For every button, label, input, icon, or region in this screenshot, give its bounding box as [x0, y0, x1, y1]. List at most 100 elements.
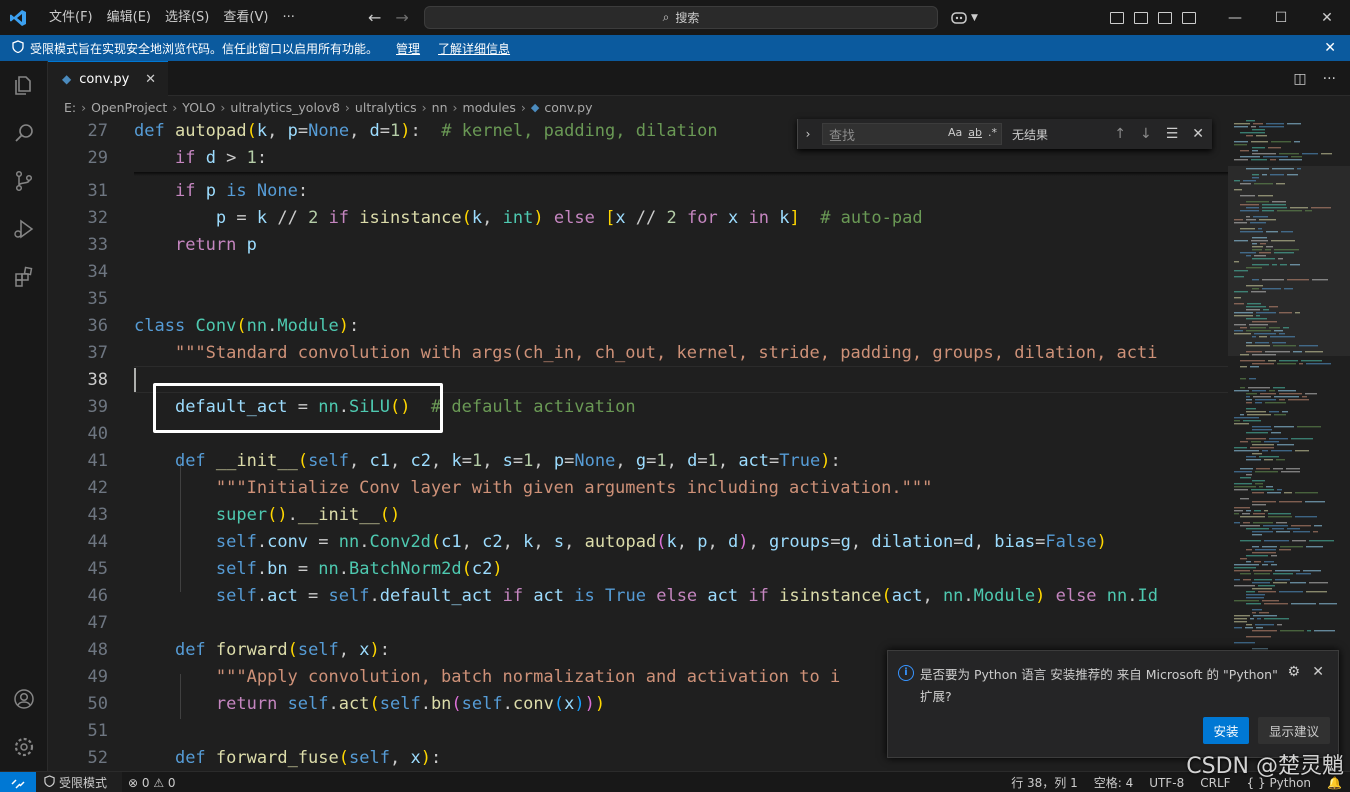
menu-selection[interactable]: 选择(S) — [158, 0, 216, 35]
install-button[interactable]: 安装 — [1203, 717, 1249, 744]
breadcrumb-item[interactable]: OpenProject — [91, 100, 167, 115]
menu-more[interactable]: ··· — [275, 0, 301, 35]
minimap-line — [1240, 468, 1253, 470]
minimap-line — [1252, 354, 1276, 356]
copilot-icon[interactable]: ▼ — [950, 0, 978, 35]
breadcrumb-item[interactable]: ultralytics — [355, 100, 417, 115]
previous-match-icon[interactable]: ↑ — [1114, 126, 1126, 142]
tab-close-icon[interactable]: ✕ — [145, 72, 156, 87]
toggle-secondary-sidebar-icon[interactable] — [1182, 11, 1196, 24]
encoding-status[interactable]: UTF-8 — [1141, 776, 1192, 790]
minimap-line — [1255, 483, 1263, 485]
customize-layout-icon[interactable] — [1110, 11, 1124, 24]
minimap-line — [1252, 546, 1259, 548]
minimap-line — [1275, 579, 1290, 581]
minimap-line — [1254, 579, 1272, 581]
line-number-gutter: 27 29 31 32 33 34 35 36 37 38 39 40 41 4… — [48, 118, 118, 771]
command-center-search[interactable]: ⌕ 搜索 — [424, 6, 938, 29]
toggle-sidebar-icon[interactable] — [1134, 11, 1148, 24]
tab-label: conv.py — [79, 71, 130, 87]
minimap-line — [1240, 210, 1259, 212]
code-line: """Initialize Conv layer with given argu… — [215, 478, 933, 498]
minimap-line — [1291, 438, 1313, 440]
breadcrumb-item[interactable]: nn — [432, 100, 448, 115]
search-icon[interactable] — [0, 109, 48, 157]
tab-conv-py[interactable]: ◆ conv.py ✕ — [48, 61, 168, 96]
minimap-line — [1253, 123, 1263, 125]
minimap-line — [1279, 393, 1302, 395]
explorer-icon[interactable] — [0, 61, 48, 109]
banner-close-icon[interactable]: ✕ — [1324, 40, 1336, 56]
minimap-line — [1281, 471, 1300, 473]
more-actions-icon[interactable]: ··· — [1323, 71, 1336, 87]
source-control-icon[interactable] — [0, 157, 48, 205]
back-arrow-icon[interactable]: ← — [368, 8, 381, 27]
breadcrumb-item[interactable]: YOLO — [182, 100, 215, 115]
forward-arrow-icon[interactable]: → — [395, 8, 408, 27]
banner-manage-link[interactable]: 管理 — [396, 40, 420, 57]
minimap-line — [1271, 141, 1291, 143]
minimap-line — [1256, 135, 1267, 137]
settings-gear-icon[interactable] — [0, 723, 48, 771]
minimap-line — [1262, 450, 1268, 452]
minimap-line — [1246, 597, 1264, 599]
match-whole-word-toggle[interactable]: ab — [968, 126, 982, 139]
remote-indicator-icon[interactable] — [0, 772, 36, 792]
close-window-button[interactable]: ✕ — [1304, 0, 1350, 35]
annotation-highlight-box — [153, 383, 443, 433]
minimap-line — [1234, 600, 1259, 602]
breadcrumb-item[interactable]: conv.py — [544, 100, 592, 115]
find-placeholder: 查找 — [829, 128, 856, 144]
menu-view[interactable]: 查看(V) — [216, 0, 275, 35]
minimap-line — [1234, 330, 1243, 332]
split-editor-icon[interactable]: ◫ — [1293, 71, 1306, 87]
notification-settings-gear-icon[interactable]: ⚙ — [1287, 664, 1300, 680]
breadcrumb-item[interactable]: ultralytics_yolov8 — [230, 100, 340, 115]
minimap-line — [1234, 510, 1243, 512]
breadcrumb-item[interactable]: modules — [463, 100, 516, 115]
maximize-button[interactable]: ☐ — [1258, 0, 1304, 35]
close-find-icon[interactable]: ✕ — [1192, 126, 1204, 142]
minimap-line — [1246, 594, 1265, 596]
match-case-toggle[interactable]: Aa — [948, 126, 962, 139]
next-match-icon[interactable]: ↓ — [1140, 126, 1152, 142]
minimap-line — [1273, 573, 1293, 575]
breadcrumb-item[interactable]: E: — [64, 100, 76, 115]
restricted-mode-status[interactable]: 受限模式 — [36, 772, 122, 792]
minimap-line — [1255, 399, 1276, 401]
minimap-line — [1246, 330, 1271, 332]
problems-status[interactable]: ⊗ 0 ⚠ 0 — [128, 772, 176, 792]
toggle-panel-icon[interactable] — [1158, 11, 1172, 24]
show-recommendations-button[interactable]: 显示建议 — [1258, 717, 1330, 744]
run-debug-icon[interactable] — [0, 205, 48, 253]
minimap-line — [1271, 555, 1277, 557]
toggle-replace-chevron-icon[interactable]: › — [798, 127, 818, 141]
minimap-line — [1234, 615, 1250, 617]
account-icon[interactable] — [0, 675, 48, 723]
chevron-right-icon: › — [172, 99, 178, 115]
line-number: 44 — [87, 532, 108, 552]
minimap-line — [1234, 567, 1256, 569]
notification-close-icon[interactable]: ✕ — [1312, 664, 1324, 680]
find-in-selection-icon[interactable]: ☰ — [1166, 126, 1179, 142]
minimap-line — [1265, 351, 1290, 353]
vscode-logo-icon — [0, 0, 36, 35]
line-number: 29 — [87, 148, 108, 168]
menu-file[interactable]: 文件(F) — [42, 0, 100, 35]
menu-edit[interactable]: 编辑(E) — [100, 0, 158, 35]
sticky-scroll-shadow — [134, 172, 1228, 176]
regex-toggle[interactable]: .* — [988, 126, 997, 139]
minimap-line — [1246, 555, 1268, 557]
minimap-line — [1292, 540, 1306, 542]
find-input[interactable]: 查找 Aa ab .* — [822, 123, 1002, 145]
indentation-status[interactable]: 空格: 4 — [1086, 774, 1142, 791]
minimap-line — [1265, 402, 1286, 404]
minimap-line — [1262, 174, 1267, 176]
minimap-line — [1252, 177, 1259, 179]
banner-learn-more-link[interactable]: 了解详细信息 — [438, 40, 510, 57]
extensions-icon[interactable] — [0, 253, 48, 301]
minimize-button[interactable]: — — [1212, 0, 1258, 35]
cursor-position-status[interactable]: 行 38，列 1 — [1003, 774, 1086, 791]
minimap-line — [1246, 219, 1256, 221]
minimap-line — [1246, 561, 1251, 563]
